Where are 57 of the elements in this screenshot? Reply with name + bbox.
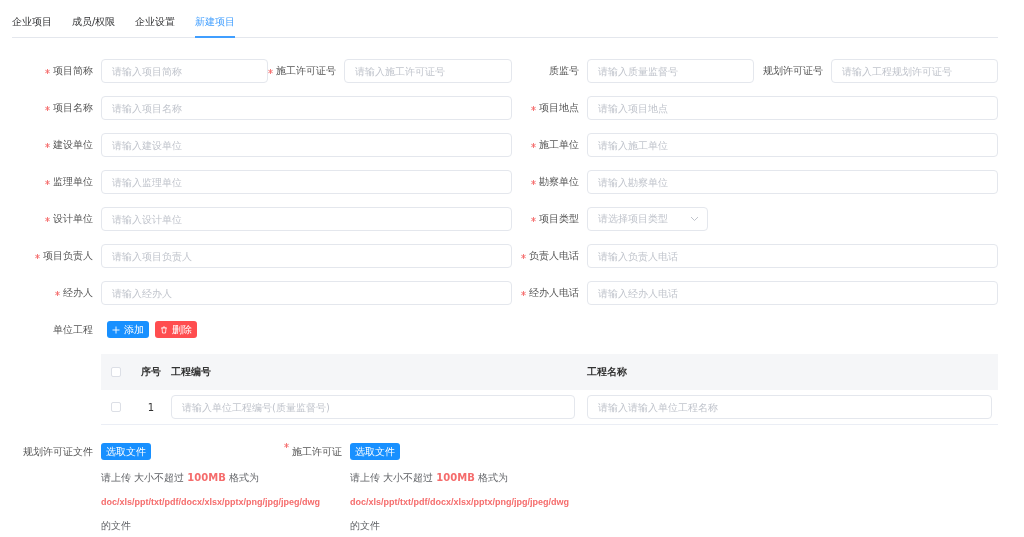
required-asterisk-icon xyxy=(531,105,536,111)
field-label: 施工许可证号 xyxy=(276,64,336,78)
tab[interactable]: 成员/权限 xyxy=(72,15,116,38)
upload-hint: 请上传 大小不超过 100MB 格式为 xyxy=(350,472,508,484)
field-label: 施工单位 xyxy=(539,138,579,152)
required-asterisk-icon xyxy=(531,142,536,148)
required-asterisk-icon xyxy=(521,253,526,259)
tab[interactable]: 企业项目 xyxy=(12,15,52,38)
field-label: 经办人电话 xyxy=(529,286,579,300)
field-label: 单位工程 xyxy=(52,322,94,337)
field-label: 施工许可证 xyxy=(292,445,342,459)
required-asterisk-icon xyxy=(521,290,526,296)
field-label: 项目负责人 xyxy=(43,249,93,263)
plus-icon xyxy=(112,325,120,334)
upload-hint: 的文件 xyxy=(101,520,131,532)
field-label: 设计单位 xyxy=(53,212,93,226)
choose-file-button[interactable]: 选取文件 xyxy=(350,443,400,460)
field-label: 项目名称 xyxy=(53,101,93,115)
table-cell-text: 1 xyxy=(146,401,156,413)
chevron-down-icon xyxy=(690,216,699,222)
required-asterisk-icon xyxy=(45,142,50,148)
field-label: 建设单位 xyxy=(53,138,93,152)
field-label: 勘察单位 xyxy=(539,175,579,189)
required-asterisk-icon xyxy=(45,179,50,185)
file-formats: doc/xls/ppt/txt/pdf/docx/xlsx/pptx/png/jpg/jpeg/dwg xyxy=(101,496,320,508)
field-label: 项目地点 xyxy=(539,101,579,115)
trash-icon xyxy=(160,325,168,334)
upload-hint: 的文件 xyxy=(350,520,380,532)
field-label: 监理单位 xyxy=(53,175,93,189)
field-label: 项目类型 xyxy=(539,212,579,226)
column-header: 工程名称 xyxy=(587,365,628,379)
tab[interactable]: 新建项目 xyxy=(195,15,236,38)
required-asterisk-icon xyxy=(45,105,50,111)
checkbox[interactable] xyxy=(111,402,121,412)
checkbox[interactable] xyxy=(111,367,121,377)
required-asterisk-icon xyxy=(55,290,60,296)
file-formats: doc/xls/ppt/txt/pdf/docx/xlsx/pptx/png/jpg/jpeg/dwg xyxy=(350,496,569,508)
tab[interactable]: 企业设置 xyxy=(135,15,176,38)
required-asterisk-icon xyxy=(268,68,273,74)
required-asterisk-icon xyxy=(531,216,536,222)
column-header: 序号 xyxy=(140,365,162,379)
field-label: 规划许可证号 xyxy=(763,64,823,78)
field-label: 负责人电话 xyxy=(529,249,579,263)
upload-hint: 请上传 大小不超过 100MB 格式为 xyxy=(101,472,259,484)
required-asterisk-icon xyxy=(45,68,50,74)
field-label: 项目简称 xyxy=(53,64,93,78)
choose-file-button[interactable]: 选取文件 xyxy=(101,443,151,460)
field-label: 经办人 xyxy=(63,286,93,300)
field-label: 质监号 xyxy=(549,64,579,78)
delete-button[interactable]: 删除 xyxy=(155,321,197,338)
required-asterisk-icon xyxy=(531,179,536,185)
add-button[interactable]: 添加 xyxy=(107,321,149,338)
required-asterisk-icon xyxy=(284,443,289,448)
field-label: 规划许可证文件 xyxy=(23,445,93,459)
required-asterisk-icon xyxy=(45,216,50,222)
required-asterisk-icon xyxy=(35,253,40,259)
column-header: 工程编号 xyxy=(171,365,212,379)
